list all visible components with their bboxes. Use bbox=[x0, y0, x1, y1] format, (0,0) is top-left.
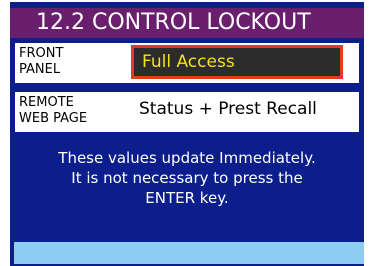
info-line-1: These values update Immediately. bbox=[58, 149, 316, 167]
info-line-3: ENTER key. bbox=[145, 189, 229, 207]
info-line-2: It is not necessary to press the bbox=[71, 169, 303, 187]
front-panel-value-selector[interactable]: Full Access bbox=[131, 45, 343, 79]
front-panel-label: FRONT PANEL bbox=[19, 46, 127, 78]
front-panel-setting-row: FRONT PANEL Full Access bbox=[15, 43, 359, 83]
remote-web-page-label-line1: REMOTE bbox=[19, 95, 74, 110]
screen-title: 12.2 CONTROL LOCKOUT bbox=[10, 8, 364, 38]
info-message: These values update Immediately. It is n… bbox=[10, 148, 364, 208]
remote-web-page-label: REMOTE WEB PAGE bbox=[19, 95, 127, 127]
front-panel-label-line2: PANEL bbox=[19, 62, 61, 77]
remote-web-page-value-selector[interactable]: Status + Prest Recall bbox=[131, 94, 343, 128]
remote-web-page-label-line2: WEB PAGE bbox=[19, 111, 88, 126]
screen-panel bbox=[10, 2, 364, 266]
remote-web-page-setting-row: REMOTE WEB PAGE Status + Prest Recall bbox=[15, 92, 359, 132]
status-bar bbox=[14, 242, 364, 264]
front-panel-label-line1: FRONT bbox=[19, 46, 64, 61]
